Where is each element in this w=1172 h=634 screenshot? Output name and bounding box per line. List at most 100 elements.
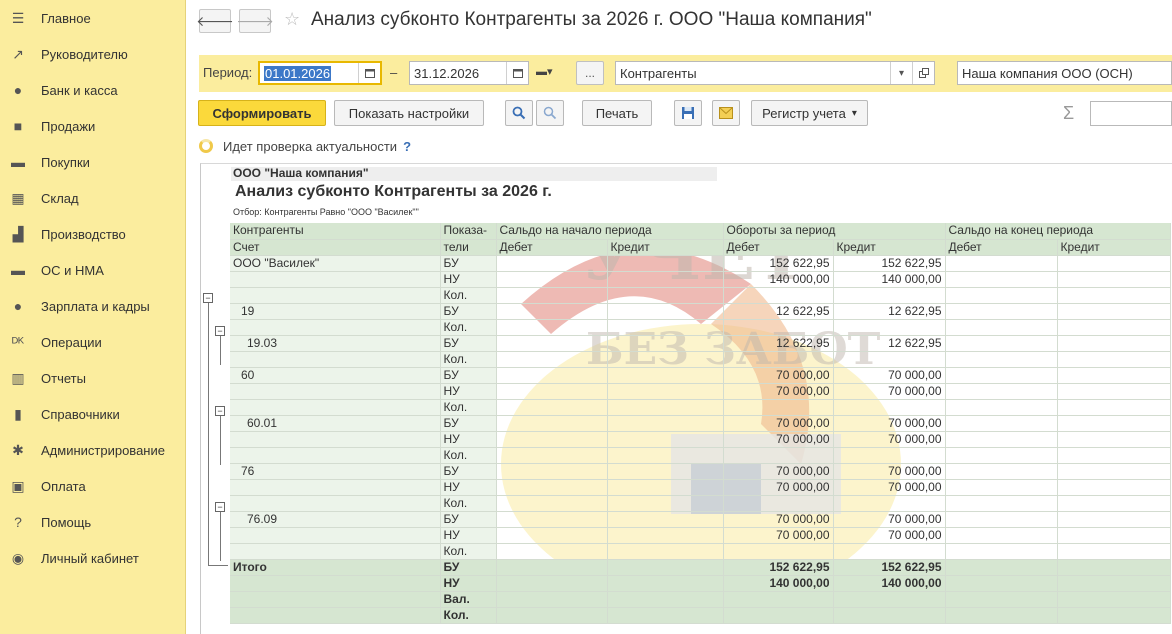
start-debit-cell bbox=[496, 559, 608, 576]
turnover-debit-cell: 140 000,00 bbox=[723, 271, 834, 288]
sidebar-item-0[interactable]: ☰ Главное bbox=[0, 0, 186, 36]
sidebar-item-13[interactable]: ▣ Оплата bbox=[0, 468, 186, 504]
table-row: Кол. bbox=[230, 319, 1171, 336]
sidebar-item-7[interactable]: ▬ ОС и НМА bbox=[0, 252, 186, 288]
print-button[interactable]: Печать bbox=[582, 100, 652, 126]
header-row-1: Контрагенты Показа- Сальдо на начало пер… bbox=[230, 223, 1171, 240]
save-button[interactable] bbox=[674, 100, 702, 126]
send-email-button[interactable] bbox=[712, 100, 740, 126]
header-start-debit: Дебет bbox=[496, 239, 608, 256]
sidebar-item-15[interactable]: ◉ Личный кабинет bbox=[0, 540, 186, 576]
user-circle-icon: ◉ bbox=[11, 549, 25, 566]
header-saldo-end: Сальдо на конец периода bbox=[945, 223, 1171, 240]
date-to-value: 31.12.2026 bbox=[414, 65, 480, 81]
turnover-debit-cell bbox=[723, 591, 834, 608]
sidebar-item-3[interactable]: ■ Продажи bbox=[0, 108, 186, 144]
start-credit-cell bbox=[607, 479, 724, 496]
sidebar-item-4[interactable]: ▬ Покупки bbox=[0, 144, 186, 180]
table-row: 60.01 БУ 70 000,00 70 000,00 bbox=[230, 415, 1171, 432]
turnover-credit-cell bbox=[833, 607, 946, 624]
report-filter: Отбор: Контрагенты Равно "ООО "Василек"" bbox=[233, 207, 419, 217]
table-row: Кол. bbox=[230, 447, 1171, 464]
main-area: 🡐 🡒 ☆ Анализ субконто Контрагенты за 202… bbox=[187, 0, 1172, 634]
start-debit-cell bbox=[496, 303, 608, 320]
turnover-credit-cell: 70 000,00 bbox=[833, 383, 946, 400]
back-button[interactable]: 🡐 bbox=[196, 9, 234, 33]
start-credit-cell bbox=[607, 335, 724, 352]
turnover-credit-cell: 70 000,00 bbox=[833, 479, 946, 496]
turnover-debit-cell bbox=[723, 319, 834, 336]
sum-field[interactable] bbox=[1090, 101, 1172, 126]
sidebar-item-2[interactable]: ● Банк и касса bbox=[0, 72, 186, 108]
calendar-icon[interactable] bbox=[358, 63, 380, 83]
end-credit-cell bbox=[1057, 383, 1171, 400]
row-indicator-cell: БУ bbox=[440, 559, 497, 576]
start-debit-cell bbox=[496, 335, 608, 352]
end-credit-cell bbox=[1057, 271, 1171, 288]
sidebar-item-9[interactable]: ᴰᴷ Операции bbox=[0, 324, 186, 360]
tree-line bbox=[208, 565, 228, 566]
start-credit-cell bbox=[607, 303, 724, 320]
row-name-cell bbox=[230, 319, 441, 336]
row-name-cell bbox=[230, 383, 441, 400]
sidebar-item-label: Руководителю bbox=[41, 46, 128, 62]
end-debit-cell bbox=[945, 447, 1058, 464]
search-settings-button[interactable] bbox=[536, 100, 564, 126]
row-indicator-cell: НУ bbox=[440, 431, 497, 448]
status-line: Идет проверка актуальности ? bbox=[199, 137, 411, 155]
turnover-credit-cell bbox=[833, 399, 946, 416]
collapse-toggle[interactable]: − bbox=[215, 406, 225, 416]
register-button[interactable]: Регистр учета ▾ bbox=[751, 100, 868, 126]
date-from-field[interactable]: 01.01.2026 bbox=[258, 61, 382, 85]
open-icon[interactable] bbox=[912, 62, 934, 84]
end-debit-cell bbox=[945, 511, 1058, 528]
start-credit-cell bbox=[607, 527, 724, 544]
dropdown-arrow-icon[interactable]: ▾ bbox=[890, 62, 912, 84]
organization-field[interactable]: Наша компания ООО (ОСН) bbox=[957, 61, 1172, 85]
header-account: Счет bbox=[230, 239, 441, 256]
turnover-credit-cell bbox=[833, 495, 946, 512]
sidebar-item-1[interactable]: ↗ Руководителю bbox=[0, 36, 186, 72]
header-row-2: Счет тели Дебет Кредит Дебет Кредит Дебе… bbox=[230, 239, 1171, 256]
collapse-toggle[interactable]: − bbox=[203, 293, 213, 303]
period-variant-icon[interactable]: ▬▾ bbox=[536, 65, 553, 78]
turnover-debit-cell: 70 000,00 bbox=[723, 479, 834, 496]
row-name-cell bbox=[230, 431, 441, 448]
sidebar-item-12[interactable]: ✱ Администрирование bbox=[0, 432, 186, 468]
sidebar-item-label: ОС и НМА bbox=[41, 262, 104, 278]
header-saldo-start: Сальдо на начало периода bbox=[496, 223, 724, 240]
calendar-icon[interactable] bbox=[506, 62, 528, 84]
sidebar-item-5[interactable]: ▦ Склад bbox=[0, 180, 186, 216]
generate-button[interactable]: Сформировать bbox=[198, 100, 326, 126]
start-credit-cell bbox=[607, 255, 724, 272]
question-icon: ? bbox=[14, 514, 22, 530]
subconto-field[interactable]: Контрагенты ▾ bbox=[615, 61, 935, 85]
row-indicator-cell: Вал. bbox=[440, 591, 497, 608]
date-to-field[interactable]: 31.12.2026 bbox=[409, 61, 529, 85]
end-credit-cell bbox=[1057, 495, 1171, 512]
row-indicator-cell: БУ bbox=[440, 335, 497, 352]
report-area[interactable]: УЧЕТ БЕЗ ЗАБОТ ООО "Наша компания" Анали… bbox=[200, 163, 1172, 634]
row-indicator-cell: Кол. bbox=[440, 399, 497, 416]
end-credit-cell bbox=[1057, 255, 1171, 272]
end-debit-cell bbox=[945, 271, 1058, 288]
warehouse-icon: ▦ bbox=[11, 189, 25, 206]
sidebar-item-8[interactable]: ● Зарплата и кадры bbox=[0, 288, 186, 324]
show-settings-button[interactable]: Показать настройки bbox=[334, 100, 484, 126]
choose-period-button[interactable]: ... bbox=[576, 61, 604, 85]
favorite-star-icon[interactable]: ☆ bbox=[284, 9, 300, 30]
header-counterparties: Контрагенты bbox=[230, 223, 441, 240]
search-button[interactable] bbox=[505, 100, 533, 126]
sidebar-item-6[interactable]: ▟ Производство bbox=[0, 216, 186, 252]
sidebar-item-14[interactable]: ? Помощь bbox=[0, 504, 186, 540]
row-indicator-cell: Кол. bbox=[440, 495, 497, 512]
sidebar-item-11[interactable]: ▮ Справочники bbox=[0, 396, 186, 432]
table-row: НУ 70 000,00 70 000,00 bbox=[230, 431, 1171, 448]
collapse-toggle[interactable]: − bbox=[215, 502, 225, 512]
help-icon[interactable]: ? bbox=[403, 139, 411, 154]
collapse-toggle[interactable]: − bbox=[215, 326, 225, 336]
row-indicator-cell: БУ bbox=[440, 463, 497, 480]
sidebar-item-label: Оплата bbox=[41, 478, 86, 494]
forward-button[interactable]: 🡒 bbox=[236, 9, 274, 33]
sidebar-item-10[interactable]: ▥ Отчеты bbox=[0, 360, 186, 396]
